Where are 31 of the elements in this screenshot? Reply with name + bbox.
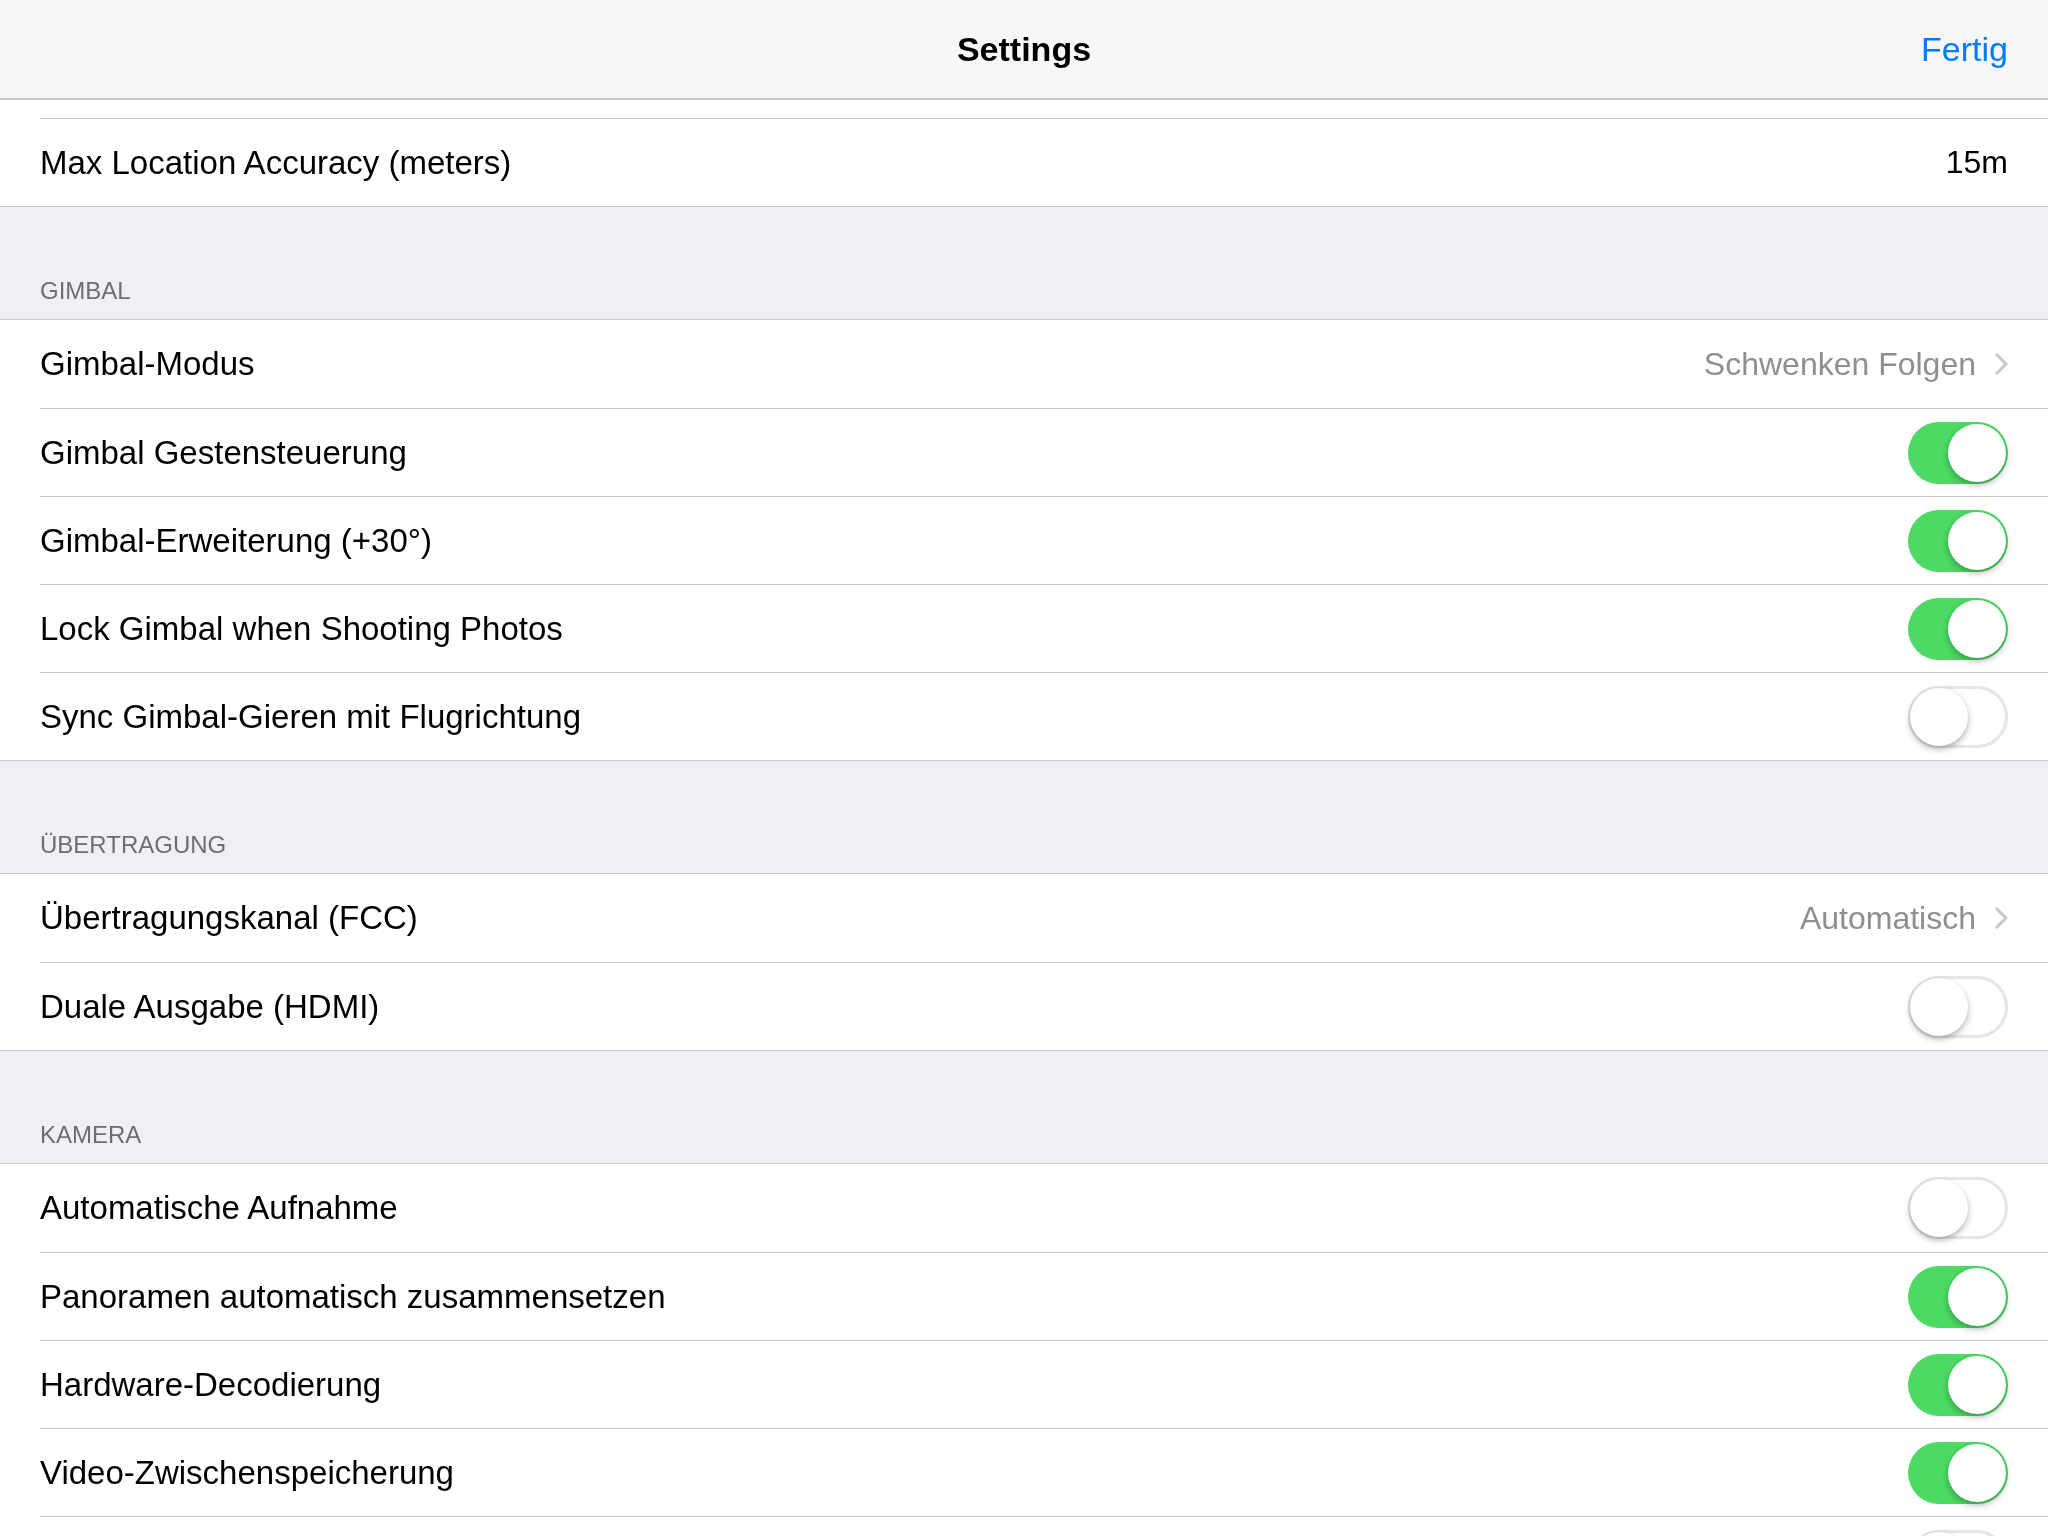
row-label: Video-Zwischenspeicherung <box>40 1453 455 1492</box>
toggle-switch[interactable] <box>1908 421 2008 484</box>
toggle-switch[interactable] <box>1908 597 2008 660</box>
toggle-switch[interactable] <box>1908 1177 2008 1239</box>
done-button[interactable]: Fertig <box>1921 29 2008 69</box>
row-label: Lock Gimbal when Shooting Photos <box>40 609 564 648</box>
toggle-switch[interactable] <box>1908 975 2008 1038</box>
row-label: Duale Ausgabe (HDMI) <box>40 987 381 1026</box>
row-label: Übertragungskanal (FCC) <box>40 899 419 937</box>
toggle-switch[interactable] <box>1908 1353 2008 1416</box>
toggle-switch[interactable] <box>1908 1265 2008 1328</box>
row-label: Gimbal Gestensteuerung <box>40 433 408 472</box>
chevron-icon <box>1994 352 2008 376</box>
row-value: Automatisch <box>1799 899 1976 937</box>
toggle-switch[interactable] <box>1908 509 2008 572</box>
row-label: Gimbal-Erweiterung (+30°) <box>40 521 433 560</box>
toggle-switch[interactable] <box>1908 685 2008 748</box>
section-header: KAMERA <box>40 1121 142 1149</box>
row-label: Automatische Aufnahme <box>40 1189 399 1227</box>
row-label: Gimbal-Modus <box>40 345 256 383</box>
row-label: Hardware-Decodierung <box>40 1365 383 1404</box>
chevron-icon <box>1994 906 2008 930</box>
toggle-switch[interactable] <box>1908 1441 2008 1504</box>
section-header: GIMBAL <box>40 277 131 305</box>
row-label: Max Location Accuracy (meters) <box>40 143 513 182</box>
row-value: Schwenken Folgen <box>1703 345 1976 383</box>
row-label: Panoramen automatisch zusammensetzen <box>40 1277 667 1316</box>
row-label: Sync Gimbal-Gieren mit Flugrichtung <box>40 697 583 736</box>
nav-title: Settings <box>956 29 1092 69</box>
row-value: 15m <box>1945 144 2008 181</box>
section-header: ÜBERTRAGUNG <box>40 831 227 859</box>
